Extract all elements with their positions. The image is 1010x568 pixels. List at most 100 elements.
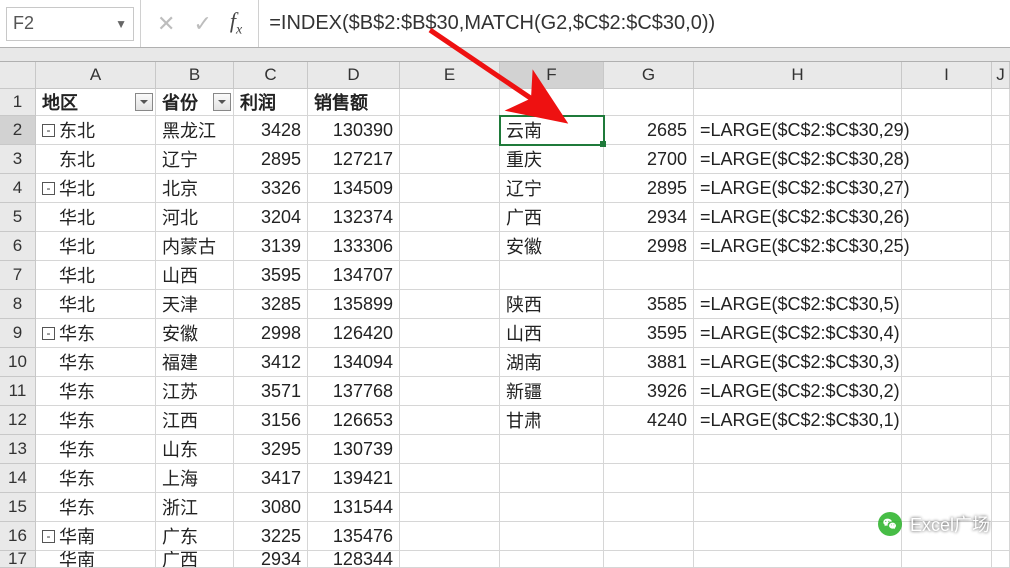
cell-G6[interactable]: 2998 (604, 232, 694, 261)
cell-C6[interactable]: 3139 (234, 232, 308, 261)
cell-C7[interactable]: 3595 (234, 261, 308, 290)
cell-J3[interactable] (992, 145, 1010, 174)
cell-G4[interactable]: 2895 (604, 174, 694, 203)
cell-H13[interactable] (694, 435, 902, 464)
cell-J14[interactable] (992, 464, 1010, 493)
cell-H3[interactable]: =LARGE($C$2:$C$30,28) (694, 145, 902, 174)
cell-H6[interactable]: =LARGE($C$2:$C$30,25) (694, 232, 902, 261)
cell-D1[interactable]: 销售额 (308, 89, 400, 116)
cell-F4[interactable]: 辽宁 (500, 174, 604, 203)
cell-H8[interactable]: =LARGE($C$2:$C$30,5) (694, 290, 902, 319)
cell-F5[interactable]: 广西 (500, 203, 604, 232)
cell-F2[interactable]: 云南 (500, 116, 604, 145)
cell-I6[interactable] (902, 232, 992, 261)
select-all-corner[interactable] (0, 62, 36, 89)
cell-B9[interactable]: 安徽 (156, 319, 234, 348)
cell-B15[interactable]: 浙江 (156, 493, 234, 522)
cell-H11[interactable]: =LARGE($C$2:$C$30,2) (694, 377, 902, 406)
cell-C12[interactable]: 3156 (234, 406, 308, 435)
confirm-icon[interactable]: ✓ (193, 11, 211, 37)
row-header-5[interactable]: 5 (0, 203, 36, 232)
row-header-13[interactable]: 13 (0, 435, 36, 464)
cell-J2[interactable] (992, 116, 1010, 145)
row-header-2[interactable]: 2 (0, 116, 36, 145)
cell-D14[interactable]: 139421 (308, 464, 400, 493)
cell-I4[interactable] (902, 174, 992, 203)
cell-B5[interactable]: 河北 (156, 203, 234, 232)
spreadsheet-grid[interactable]: A B C D E F G H I J 1 地区 省份 利润 销售额 2-东北黑… (0, 62, 1010, 568)
cell-F13[interactable] (500, 435, 604, 464)
row-header-8[interactable]: 8 (0, 290, 36, 319)
cell-B7[interactable]: 山西 (156, 261, 234, 290)
cell-B10[interactable]: 福建 (156, 348, 234, 377)
row-header-17[interactable]: 17 (0, 551, 36, 568)
cell-I2[interactable] (902, 116, 992, 145)
cell-E14[interactable] (400, 464, 500, 493)
cell-I8[interactable] (902, 290, 992, 319)
cell-G12[interactable]: 4240 (604, 406, 694, 435)
cell-B14[interactable]: 上海 (156, 464, 234, 493)
cell-E5[interactable] (400, 203, 500, 232)
cell-C8[interactable]: 3285 (234, 290, 308, 319)
cell-C10[interactable]: 3412 (234, 348, 308, 377)
cell-A6[interactable]: 华北 (36, 232, 156, 261)
cell-B1[interactable]: 省份 (156, 89, 234, 116)
cell-E1[interactable] (400, 89, 500, 116)
cell-I9[interactable] (902, 319, 992, 348)
cell-I10[interactable] (902, 348, 992, 377)
cell-J12[interactable] (992, 406, 1010, 435)
cell-B6[interactable]: 内蒙古 (156, 232, 234, 261)
cell-F16[interactable] (500, 522, 604, 551)
cell-D2[interactable]: 130390 (308, 116, 400, 145)
cell-E3[interactable] (400, 145, 500, 174)
cell-J9[interactable] (992, 319, 1010, 348)
chevron-down-icon[interactable]: ▼ (115, 17, 127, 31)
col-header-A[interactable]: A (36, 62, 156, 89)
cell-A16[interactable]: -华南 (36, 522, 156, 551)
col-header-C[interactable]: C (234, 62, 308, 89)
cell-A5[interactable]: 华北 (36, 203, 156, 232)
cell-G3[interactable]: 2700 (604, 145, 694, 174)
row-header-15[interactable]: 15 (0, 493, 36, 522)
cell-G17[interactable] (604, 551, 694, 568)
col-header-E[interactable]: E (400, 62, 500, 89)
cell-H4[interactable]: =LARGE($C$2:$C$30,27) (694, 174, 902, 203)
cell-H10[interactable]: =LARGE($C$2:$C$30,3) (694, 348, 902, 377)
cell-J6[interactable] (992, 232, 1010, 261)
cell-H2[interactable]: =LARGE($C$2:$C$30,29) (694, 116, 902, 145)
cell-G13[interactable] (604, 435, 694, 464)
cell-J13[interactable] (992, 435, 1010, 464)
col-header-G[interactable]: G (604, 62, 694, 89)
cell-G8[interactable]: 3585 (604, 290, 694, 319)
cell-I17[interactable] (902, 551, 992, 568)
cell-G9[interactable]: 3595 (604, 319, 694, 348)
cell-D4[interactable]: 134509 (308, 174, 400, 203)
cell-E12[interactable] (400, 406, 500, 435)
cell-A12[interactable]: 华东 (36, 406, 156, 435)
cell-D5[interactable]: 132374 (308, 203, 400, 232)
cell-C3[interactable]: 2895 (234, 145, 308, 174)
cell-D3[interactable]: 127217 (308, 145, 400, 174)
cell-I7[interactable] (902, 261, 992, 290)
cell-A14[interactable]: 华东 (36, 464, 156, 493)
cell-G2[interactable]: 2685 (604, 116, 694, 145)
cell-A17[interactable]: 华南 (36, 551, 156, 568)
cell-D8[interactable]: 135899 (308, 290, 400, 319)
cell-C5[interactable]: 3204 (234, 203, 308, 232)
cell-B3[interactable]: 辽宁 (156, 145, 234, 174)
cell-E11[interactable] (400, 377, 500, 406)
outline-collapse-button[interactable]: - (42, 124, 55, 137)
name-box[interactable]: F2 ▼ (6, 7, 134, 41)
cell-A10[interactable]: 华东 (36, 348, 156, 377)
cell-H15[interactable] (694, 493, 902, 522)
cell-B11[interactable]: 江苏 (156, 377, 234, 406)
cell-D9[interactable]: 126420 (308, 319, 400, 348)
cell-H9[interactable]: =LARGE($C$2:$C$30,4) (694, 319, 902, 348)
cell-A1[interactable]: 地区 (36, 89, 156, 116)
cell-F1[interactable] (500, 89, 604, 116)
cell-B2[interactable]: 黑龙江 (156, 116, 234, 145)
cell-F6[interactable]: 安徽 (500, 232, 604, 261)
cell-A3[interactable]: 东北 (36, 145, 156, 174)
cell-E16[interactable] (400, 522, 500, 551)
cell-C4[interactable]: 3326 (234, 174, 308, 203)
